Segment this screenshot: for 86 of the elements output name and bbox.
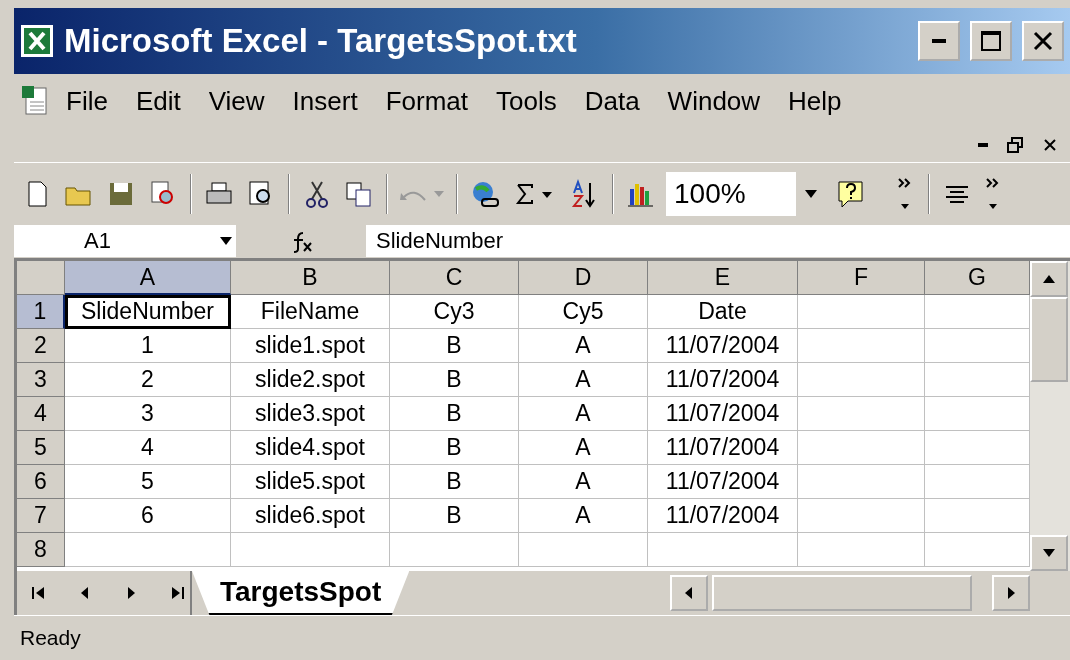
table-cell: A: [519, 329, 648, 363]
minimize-icon: [932, 39, 946, 43]
help-question-icon: [836, 178, 866, 209]
row-header[interactable]: 6: [17, 465, 65, 499]
table-cell: slide5.spot: [231, 465, 390, 499]
scroll-left-button[interactable]: [670, 575, 708, 611]
table-cell: B: [390, 431, 519, 465]
column-header[interactable]: A: [65, 261, 231, 295]
caret-icon: [434, 190, 444, 197]
table-cell: 11/07/2004: [648, 363, 798, 397]
table-cell: slide3.spot: [231, 397, 390, 431]
row-header[interactable]: 7: [17, 499, 65, 533]
sheet-tab[interactable]: TargetsSpot: [192, 571, 410, 615]
document-icon: [20, 84, 50, 118]
table-cell: A: [519, 397, 648, 431]
scroll-up-button[interactable]: [1030, 261, 1068, 297]
table-cell: 4: [65, 431, 231, 465]
menu-item[interactable]: Insert: [280, 85, 370, 117]
minimize-button[interactable]: [918, 21, 960, 61]
table-cell: B: [390, 499, 519, 533]
menu-item[interactable]: File: [54, 85, 120, 117]
menu-item[interactable]: Format: [373, 85, 480, 117]
spreadsheet-logo-icon: [20, 24, 54, 58]
table-cell: A: [519, 465, 648, 499]
maximize-icon: [980, 30, 1002, 52]
row-header[interactable]: 3: [17, 363, 65, 397]
menu-item[interactable]: View: [196, 85, 277, 117]
table-cell: Cy5: [519, 295, 648, 329]
table-cell: 5: [65, 465, 231, 499]
table-cell: slide6.spot: [231, 499, 390, 533]
close-icon[interactable]: [1042, 137, 1058, 153]
menu-item[interactable]: Data: [572, 85, 652, 117]
table-cell: Date: [648, 295, 798, 329]
row-header[interactable]: 8: [17, 533, 65, 567]
name-box[interactable]: A1: [14, 225, 236, 257]
table-cell: 2: [65, 363, 231, 397]
status-text: Ready: [20, 626, 81, 650]
menu-item[interactable]: Window: [655, 85, 773, 117]
table-cell: A: [519, 499, 648, 533]
table-cell: slide4.spot: [231, 431, 390, 465]
table-cell: B: [390, 363, 519, 397]
row-header[interactable]: 4: [17, 397, 65, 431]
window-title: Microsoft Excel - TargetsSpot.txt: [64, 22, 578, 60]
column-header[interactable]: E: [648, 261, 798, 295]
column-header[interactable]: C: [390, 261, 519, 295]
maximize-button[interactable]: [970, 21, 1012, 61]
table-cell: FileName: [231, 295, 390, 329]
scroll-right-button[interactable]: [992, 575, 1030, 611]
table-cell: slide2.spot: [231, 363, 390, 397]
active-cell: SlideNumber: [65, 295, 231, 329]
table-cell: B: [390, 397, 519, 431]
close-icon: [1032, 30, 1054, 52]
table-cell: A: [519, 431, 648, 465]
column-header[interactable]: B: [231, 261, 390, 295]
menu-item[interactable]: Edit: [123, 85, 193, 117]
zoom-field[interactable]: 100%: [666, 171, 826, 216]
table-cell: 3: [65, 397, 231, 431]
corner-cell[interactable]: [17, 261, 65, 295]
table-cell: B: [390, 329, 519, 363]
scroll-thumb[interactable]: [1030, 297, 1068, 382]
restore-icon[interactable]: [1006, 136, 1024, 154]
table-cell: 11/07/2004: [648, 329, 798, 363]
close-button[interactable]: [1022, 21, 1064, 61]
cell-reference: A1: [84, 228, 111, 254]
formula-field[interactable]: SlideNumber: [366, 225, 1070, 257]
zoom-value: 100%: [674, 177, 746, 210]
row-header[interactable]: 2: [17, 329, 65, 363]
column-header[interactable]: F: [798, 261, 925, 295]
table-cell: 11/07/2004: [648, 431, 798, 465]
table-cell: 1: [65, 329, 231, 363]
column-header[interactable]: G: [925, 261, 1030, 295]
row-header[interactable]: 5: [17, 431, 65, 465]
menu-item[interactable]: Help: [776, 85, 854, 117]
scroll-thumb[interactable]: [712, 575, 972, 611]
table-cell: slide1.spot: [231, 329, 390, 363]
table-cell: A: [519, 363, 648, 397]
table-cell: 6: [65, 499, 231, 533]
table-cell: B: [390, 465, 519, 499]
table-cell: Cy3: [390, 295, 519, 329]
row-header[interactable]: 1: [17, 295, 65, 329]
table-cell: 11/07/2004: [648, 397, 798, 431]
table-cell: 11/07/2004: [648, 465, 798, 499]
scroll-down-button[interactable]: [1030, 535, 1068, 571]
table-cell: 11/07/2004: [648, 499, 798, 533]
menu-item[interactable]: Tools: [484, 85, 569, 117]
column-header[interactable]: D: [519, 261, 648, 295]
